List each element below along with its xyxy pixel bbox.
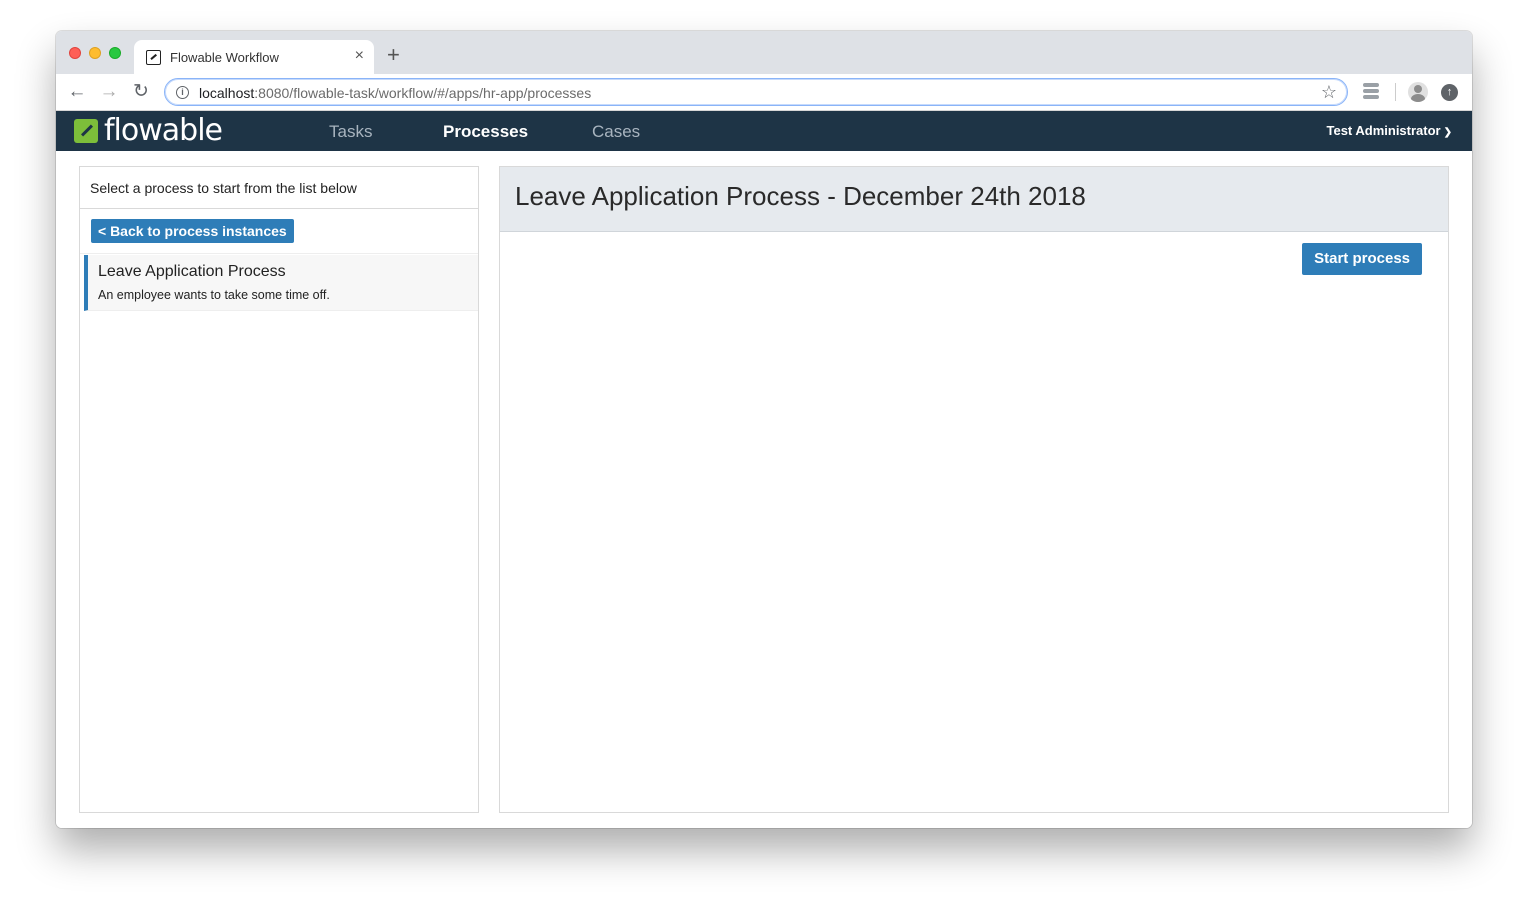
close-window-button[interactable] — [69, 47, 81, 59]
process-list-item[interactable]: Leave Application Process An employee wa… — [84, 255, 478, 311]
process-name: Leave Application Process — [98, 263, 286, 280]
minimize-window-button[interactable] — [89, 47, 101, 59]
new-tab-button[interactable]: + — [387, 44, 400, 66]
process-list-panel: Select a process to start from the list … — [79, 166, 479, 813]
app-navbar: flowable Tasks Processes Cases Test Admi… — [56, 111, 1472, 157]
bookmark-star-icon[interactable]: ☆ — [1321, 82, 1337, 103]
browser-window: Flowable Workflow × + ← → ↻ i localhost:… — [56, 31, 1472, 828]
browser-tab[interactable]: Flowable Workflow × — [134, 40, 374, 74]
address-bar[interactable]: i localhost:8080/flowable-task/workflow/… — [164, 78, 1348, 106]
user-name: Test Administrator — [1326, 123, 1441, 138]
process-detail-panel: Leave Application Process - December 24t… — [499, 166, 1449, 813]
chevron-down-icon: ❯ — [1443, 127, 1452, 138]
profile-avatar-icon[interactable] — [1408, 82, 1428, 102]
favicon-icon — [146, 50, 161, 65]
maximize-window-button[interactable] — [109, 47, 121, 59]
url-path: :8080/flowable-task/workflow/#/apps/hr-a… — [254, 85, 592, 101]
process-detail-title: Leave Application Process - December 24t… — [500, 167, 1448, 232]
user-menu[interactable]: Test Administrator ❯ — [1326, 123, 1452, 138]
info-icon[interactable]: i — [176, 86, 189, 99]
back-arrow-icon[interactable]: ← — [66, 81, 88, 103]
url-text[interactable]: localhost:8080/flowable-task/workflow/#/… — [199, 85, 591, 101]
divider — [80, 253, 478, 254]
nav-processes[interactable]: Processes — [443, 122, 528, 142]
flowable-logo-mark-icon — [74, 119, 98, 143]
nav-cases[interactable]: Cases — [592, 122, 640, 142]
main-content: Select a process to start from the list … — [56, 151, 1472, 828]
process-description: An employee wants to take some time off. — [98, 288, 330, 302]
reload-icon[interactable]: ↻ — [130, 81, 152, 103]
url-host: localhost — [199, 85, 255, 101]
forward-arrow-icon[interactable]: → — [98, 81, 120, 103]
tab-title: Flowable Workflow — [170, 50, 279, 65]
process-list-header: Select a process to start from the list … — [80, 167, 478, 209]
tab-strip: Flowable Workflow × + — [56, 31, 1472, 74]
update-arrow-icon[interactable]: ↑ — [1441, 84, 1458, 101]
toolbar-divider — [1395, 83, 1396, 101]
nav-tasks[interactable]: Tasks — [329, 122, 372, 142]
database-extension-icon[interactable] — [1363, 83, 1379, 101]
logo-text: flowable — [104, 113, 223, 148]
browser-toolbar: ← → ↻ i localhost:8080/flowable-task/wor… — [56, 74, 1472, 111]
back-to-instances-button[interactable]: < Back to process instances — [91, 219, 294, 243]
start-process-button[interactable]: Start process — [1302, 243, 1422, 275]
tab-close-icon[interactable]: × — [355, 48, 364, 64]
